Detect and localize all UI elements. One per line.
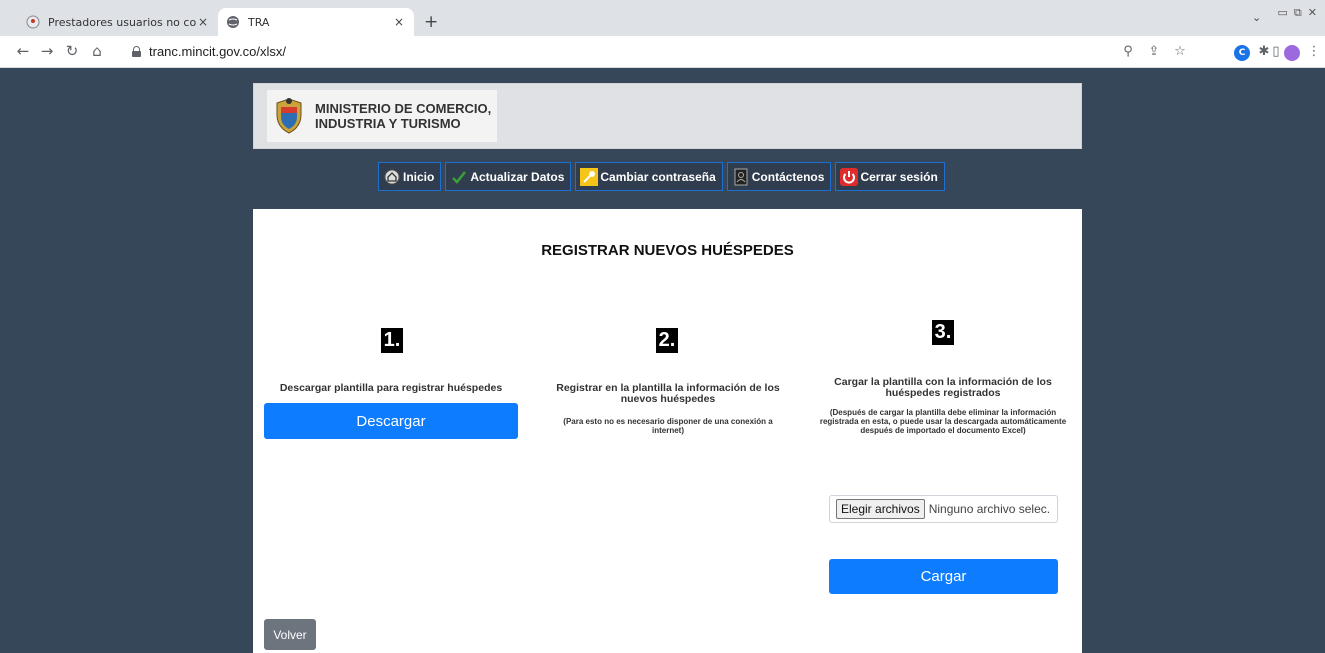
star-icon[interactable]: ☆: [1172, 44, 1188, 59]
address-bar[interactable]: tranc.mincit.gov.co/xlsx/: [132, 44, 286, 59]
tab-title: TRA: [248, 15, 270, 29]
nav-label: Actualizar Datos: [470, 169, 565, 184]
tab-prestadores[interactable]: Prestadores usuarios no conecta ×: [18, 8, 218, 36]
back-icon[interactable]: ←: [14, 42, 32, 60]
nav-cambiar-contrasena[interactable]: Cambiar contraseña: [575, 162, 723, 191]
close-tab-icon[interactable]: ×: [392, 15, 406, 29]
browser-tab-bar: Prestadores usuarios no conecta × TRA × …: [0, 0, 1325, 36]
step-3-number: 3.: [932, 320, 954, 345]
ministry-name-line2: INDUSTRIA Y TURISMO: [315, 116, 461, 131]
reload-icon[interactable]: ↻: [63, 42, 81, 60]
choose-files-button[interactable]: Elegir archivos: [836, 499, 925, 519]
nav-cerrar-sesion[interactable]: Cerrar sesión: [835, 162, 945, 191]
nav-contactenos[interactable]: Contáctenos: [726, 162, 832, 191]
step-2-number: 2.: [656, 328, 678, 353]
globe-icon: [226, 15, 240, 29]
nav-label: Contáctenos: [751, 169, 825, 184]
step-1-number: 1.: [381, 328, 403, 353]
browser-toolbar: ← → ↻ ⌂ tranc.mincit.gov.co/xlsx/ ⚲ ⇪ ☆ …: [0, 36, 1325, 68]
file-input[interactable]: Elegir archivos Ninguno archivo selec.: [829, 495, 1058, 523]
share-icon[interactable]: ⇪: [1146, 44, 1162, 59]
page-title: REGISTRAR NUEVOS HUÉSPEDES: [541, 242, 794, 259]
nav-inicio[interactable]: Inicio: [378, 162, 442, 191]
close-tab-icon[interactable]: ×: [196, 15, 210, 29]
zoom-icon[interactable]: ⚲: [1120, 44, 1136, 59]
nav-actualizar-datos[interactable]: Actualizar Datos: [445, 162, 572, 191]
nav-label: Cambiar contraseña: [600, 169, 716, 184]
key-icon: [580, 167, 599, 186]
file-status: Ninguno archivo selec.: [928, 502, 1051, 516]
lock-icon[interactable]: [132, 46, 141, 57]
step-2-note: (Para esto no es necesario disponer de u…: [563, 417, 773, 435]
globe-icon: [26, 15, 40, 29]
nav-label: Inicio: [403, 169, 435, 184]
tab-title: Prestadores usuarios no conecta: [48, 15, 196, 29]
minimize-icon[interactable]: ▭: [1278, 6, 1288, 20]
forward-icon[interactable]: →: [38, 42, 56, 60]
extension-icon[interactable]: C: [1234, 45, 1250, 61]
home-icon: [383, 168, 401, 186]
ministry-name-line1: MINISTERIO DE COMERCIO,: [315, 101, 492, 116]
volver-button[interactable]: Volver: [264, 619, 316, 650]
nav-label: Cerrar sesión: [860, 169, 938, 184]
step-3-note: (Después de cargar la plantilla debe eli…: [819, 408, 1067, 435]
coat-of-arms-icon: [276, 98, 302, 134]
main-panel: REGISTRAR NUEVOS HUÉSPEDES 1. Descargar …: [253, 209, 1082, 653]
new-tab-button[interactable]: +: [424, 12, 438, 32]
check-icon: [450, 168, 468, 186]
ministry-header: MINISTERIO DE COMERCIO, INDUSTRIA Y TURI…: [253, 83, 1082, 149]
close-window-icon[interactable]: ✕: [1308, 6, 1317, 20]
home-icon[interactable]: ⌂: [88, 42, 106, 60]
tab-search-icon[interactable]: ⌄: [1252, 11, 1261, 24]
cargar-button[interactable]: Cargar: [829, 559, 1058, 594]
menu-icon[interactable]: ⋮: [1306, 44, 1322, 59]
contact-icon: [732, 168, 750, 186]
step-2-title: Registrar en la plantilla la información…: [556, 382, 780, 405]
restore-icon[interactable]: ⧉: [1294, 6, 1302, 20]
step-3-title: Cargar la plantilla con la información d…: [834, 376, 1052, 399]
profile-icon[interactable]: [1284, 45, 1300, 61]
ministry-logo: MINISTERIO DE COMERCIO, INDUSTRIA Y TURI…: [267, 90, 497, 142]
tab-tra[interactable]: TRA ×: [218, 8, 414, 36]
step-1-title: Descargar plantilla para registrar huésp…: [279, 382, 503, 394]
power-icon: [840, 167, 859, 186]
sidepanel-icon[interactable]: ▯: [1268, 44, 1284, 59]
main-nav: Inicio Actualizar Datos Cambiar contrase…: [378, 162, 945, 191]
descargar-button[interactable]: Descargar: [264, 403, 518, 439]
window-controls: ▭ ⧉ ✕: [1278, 6, 1317, 20]
url-text: tranc.mincit.gov.co/xlsx/: [149, 44, 287, 59]
